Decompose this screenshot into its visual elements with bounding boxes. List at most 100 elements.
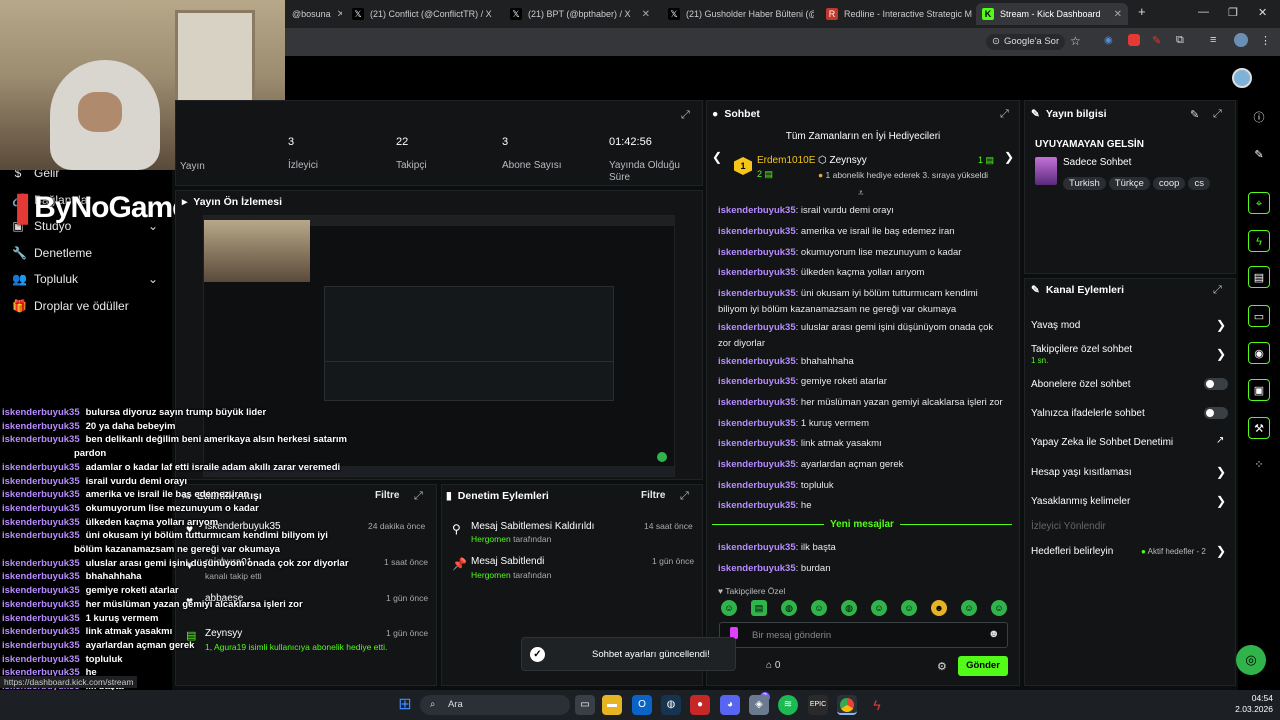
moderator-name[interactable]: Hergomen [471, 570, 511, 580]
chat-username[interactable]: iskenderbuyuk35 [718, 205, 796, 216]
chat-username[interactable]: iskenderbuyuk35 [718, 376, 796, 387]
expand-icon[interactable]: ⤢ [1213, 108, 1222, 121]
action-slow-mode[interactable]: Yavaş mod [1031, 320, 1080, 331]
browser-tab[interactable]: 𝕏 (21) BPT (@bpthaber) / X ✕ [504, 3, 656, 25]
taskbar-clock[interactable]: 04:54 2.03.2026 [1213, 693, 1273, 715]
browser-menu-icon[interactable]: ⋮ [1260, 34, 1271, 47]
google-ask-chip[interactable]: ⊙ Google'a Sor [986, 34, 1066, 50]
tag-chip[interactable]: coop [1152, 177, 1186, 190]
browser-tab[interactable]: RRedline - Interactive Strategic M✕ [820, 3, 972, 25]
chat-message[interactable]: iskenderbuyuk35: amerika ve israil ile b… [718, 224, 1008, 240]
window-close-icon[interactable]: ✕ [1258, 6, 1267, 19]
emote-icon[interactable]: ☺ [901, 600, 917, 616]
chevron-right-icon[interactable]: ❯ [1216, 465, 1226, 479]
action-set-goals[interactable]: Hedefleri belirleyin [1031, 546, 1113, 557]
sidebar-item-drops[interactable]: 🎁 Droplar ve ödüller [12, 299, 129, 313]
chat-message[interactable]: iskenderbuyuk35: gemiye roketi atarlar [718, 374, 1008, 390]
user-card-icon[interactable]: ▣ [1248, 379, 1270, 401]
activity-filter-button[interactable]: Filtre [375, 490, 399, 501]
chat-message[interactable]: iskenderbuyuk35: bhahahhaha [718, 354, 1008, 370]
chevron-right-icon[interactable]: ❯ [1216, 347, 1226, 361]
collapse-arrow-icon[interactable]: ⩡ [858, 188, 864, 199]
sidebar-item-moderation[interactable]: 🔧 Denetleme [12, 246, 92, 260]
chrome-icon[interactable] [837, 695, 857, 715]
minimize-icon[interactable]: — [1198, 6, 1209, 18]
chat-username[interactable]: iskenderbuyuk35 [718, 418, 796, 429]
chat-support-button[interactable]: ◎ [1236, 645, 1266, 675]
chat-message[interactable]: iskenderbuyuk35: link atmak yasakmı [718, 436, 1008, 452]
browser-tab-active[interactable]: K Stream - Kick Dashboard ✕ [976, 3, 1128, 25]
chat-username[interactable]: iskenderbuyuk35 [718, 542, 796, 553]
chat-username[interactable]: iskenderbuyuk35 [718, 247, 796, 258]
expand-icon[interactable]: ⤢ [680, 490, 689, 503]
chat-username[interactable]: iskenderbuyuk35 [718, 480, 796, 491]
emote-icon[interactable]: ☺ [961, 600, 977, 616]
tag-chip[interactable]: Turkish [1063, 177, 1106, 190]
category-thumbnail[interactable] [1035, 157, 1057, 185]
extensions-puzzle-icon[interactable]: ⧉ [1176, 34, 1184, 47]
close-icon[interactable]: ✕ [337, 9, 342, 20]
stream-category[interactable]: Sadece Sohbet [1063, 157, 1131, 168]
chat-message[interactable]: iskenderbuyuk35: 1 kuruş vermem [718, 416, 1008, 432]
chat-message[interactable]: iskenderbuyuk35: he [718, 498, 1008, 514]
expand-icon[interactable]: ⤢ [1213, 284, 1222, 297]
reading-list-icon[interactable]: ≡ [1210, 34, 1216, 46]
emote-icon[interactable]: ☺ [721, 600, 737, 616]
pencil-icon[interactable]: ✎ [1248, 144, 1270, 166]
chat-username[interactable]: iskenderbuyuk35 [718, 356, 796, 367]
extension-icon[interactable]: ✎ [1152, 34, 1161, 47]
emoji-icon[interactable]: ☻ [988, 628, 1000, 640]
chat-username[interactable]: iskenderbuyuk35 [718, 397, 796, 408]
extension-icon[interactable]: ◉ [1104, 35, 1113, 46]
chat-message[interactable]: iskenderbuyuk35: ülkeden kaçma yolları a… [718, 265, 1008, 281]
chat-message[interactable]: iskenderbuyuk35: ilk başta [718, 540, 1008, 556]
info-icon[interactable]: ⓘ [1248, 107, 1270, 129]
chat-username[interactable]: iskenderbuyuk35 [718, 288, 796, 299]
clip-icon[interactable]: ⌖ [1248, 192, 1270, 214]
chat-message[interactable]: iskenderbuyuk35: ayarlardan açman gerek [718, 457, 1008, 473]
gifter2[interactable]: ⬡ Zeynsyy [818, 155, 867, 166]
chat-message[interactable]: iskenderbuyuk35: israil vurdu demi orayı [718, 203, 1008, 219]
chat-input[interactable]: Bir mesaj gönderin ☻ [719, 622, 1008, 648]
subscribers-only-toggle[interactable] [1204, 378, 1228, 390]
emote-icon[interactable]: ◍ [841, 600, 857, 616]
document-icon[interactable]: ▤ [1248, 266, 1270, 288]
chat-message[interactable]: iskenderbuyuk35: üni okusam iyi bölüm tu… [718, 286, 1008, 318]
chat-settings-gear-icon[interactable]: ⚙ [937, 660, 947, 673]
close-icon[interactable]: ✕ [642, 9, 650, 20]
chat-username[interactable]: iskenderbuyuk35 [718, 459, 796, 470]
outlook-icon[interactable]: O [632, 695, 652, 715]
browser-tab[interactable]: 𝕏(21) Gusholder Haber Bülteni (@✕ [662, 3, 814, 25]
external-link-icon[interactable]: ↗ [1216, 435, 1224, 446]
windows-start-icon[interactable]: ⊞ [395, 695, 415, 715]
apps-icon[interactable]: ⁘ [1248, 454, 1270, 476]
tag-chip[interactable]: Türkçe [1108, 177, 1150, 190]
emote-icon[interactable]: ☻ [931, 600, 947, 616]
moderator-name[interactable]: Hergomen [471, 534, 511, 544]
taskbar-search[interactable]: ⌕ Ara [420, 695, 570, 715]
chevron-left-icon[interactable]: ❮ [712, 150, 722, 164]
sidebar-item-community[interactable]: 👥 Topluluk ⌄ [12, 272, 158, 286]
browser-tab[interactable]: 𝕏(21) Conflict (@ConflictTR) / X✕ [346, 3, 498, 25]
close-icon[interactable]: ✕ [1114, 9, 1122, 20]
new-tab-button[interactable]: + [1138, 4, 1146, 19]
action-followers-only[interactable]: Takipçilere özel sohbet [1031, 344, 1132, 355]
chevron-right-icon[interactable]: ❯ [1004, 150, 1014, 164]
chat-icon[interactable]: ▭ [1248, 305, 1270, 327]
app-lightning-icon[interactable]: ϟ [867, 695, 887, 715]
chat-username[interactable]: iskenderbuyuk35 [718, 438, 796, 449]
edit-icon[interactable]: ✎ [1190, 108, 1199, 121]
chat-username[interactable]: iskenderbuyuk35 [718, 322, 796, 333]
action-banned-words[interactable]: Yasaklanmış kelimeler [1031, 496, 1130, 507]
chat-message[interactable]: iskenderbuyuk35: uluslar arası gemi işin… [718, 320, 1008, 352]
app-icon[interactable]: ◈ [749, 695, 769, 715]
chat-username[interactable]: iskenderbuyuk35 [718, 267, 796, 278]
chat-message[interactable]: iskenderbuyuk35: burdan [718, 561, 1008, 577]
browser-tab-partial[interactable]: @bosuna ✕ [286, 3, 342, 25]
task-view-icon[interactable]: ▭ [575, 695, 595, 715]
send-button[interactable]: Gönder [958, 656, 1008, 676]
emote-icon[interactable]: ☺ [871, 600, 887, 616]
chat-message[interactable]: iskenderbuyuk35: her müslüman yazan gemi… [718, 395, 1008, 411]
spotify-icon[interactable]: ≋ [778, 695, 798, 715]
mod-filter-button[interactable]: Filtre [641, 490, 665, 501]
